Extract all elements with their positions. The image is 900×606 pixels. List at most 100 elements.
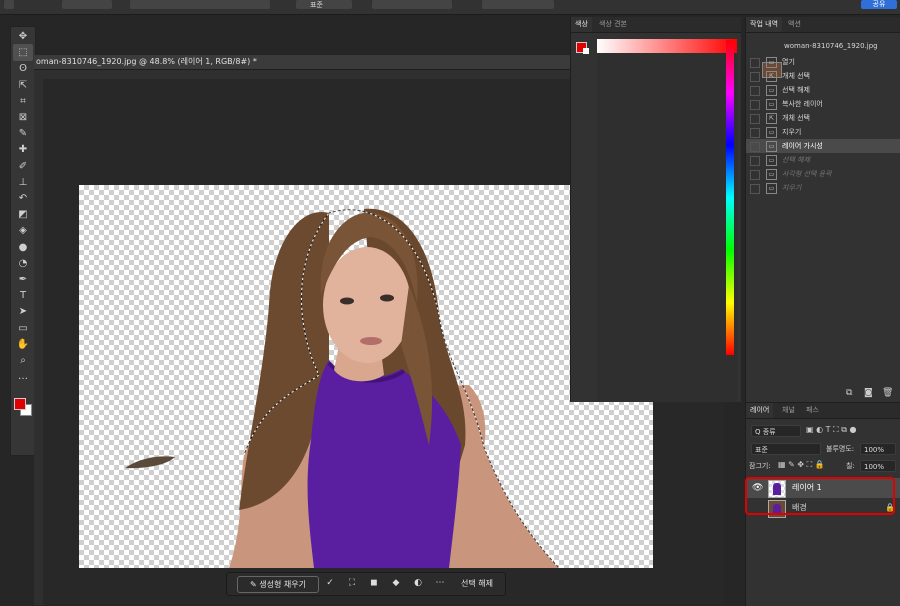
brush-tool-icon[interactable]: ✐: [13, 158, 33, 175]
lock-icons[interactable]: ▦ ✎ ✥ ⛶ 🔒: [778, 460, 825, 470]
color-field[interactable]: [597, 53, 737, 402]
history-panel-tabs: 작업 내역 액션: [746, 17, 900, 33]
tab-layers[interactable]: 레이어: [746, 403, 774, 418]
hand-tool-icon[interactable]: ✋: [13, 336, 33, 353]
tab-color[interactable]: 색상: [571, 17, 592, 32]
rectangle-tool-icon[interactable]: ▭: [13, 320, 33, 337]
trash-icon[interactable]: 🗑: [882, 388, 893, 398]
lasso-tool-icon[interactable]: ʘ: [13, 60, 33, 77]
hue-slider[interactable]: [726, 40, 734, 355]
history-step[interactable]: ▭ 레이어 가시성: [746, 139, 900, 153]
blur-tool-icon[interactable]: ●: [13, 239, 33, 256]
history-step[interactable]: ⇱ 개체 선택: [746, 69, 900, 83]
history-step-label: 레이어 가시성: [782, 142, 823, 150]
tab-paths[interactable]: 패스: [802, 403, 823, 418]
color-ramp[interactable]: [597, 39, 737, 53]
opacity-field[interactable]: 100%: [860, 443, 896, 455]
history-step[interactable]: ▭ 열기: [746, 55, 900, 69]
history-step-label: 선택 해제: [782, 156, 810, 164]
dodge-tool-icon[interactable]: ◔: [13, 255, 33, 272]
history-snapshot[interactable]: woman-8310746_1920.jpg: [746, 39, 900, 78]
generative-fill-button[interactable]: ✎ 생성형 채우기: [237, 576, 319, 593]
history-source-checkbox[interactable]: [750, 184, 760, 194]
clone-stamp-tool-icon[interactable]: ⊥: [13, 174, 33, 191]
history-footer: ⧉ ◙ 🗑: [746, 386, 900, 402]
deselect-button[interactable]: 선택 해제: [461, 576, 493, 591]
tab-swatches[interactable]: 색상 견본: [595, 17, 631, 32]
history-source-checkbox[interactable]: [750, 142, 760, 152]
tab-history[interactable]: 작업 내역: [746, 17, 782, 32]
history-source-checkbox[interactable]: [750, 114, 760, 124]
object-select-tool-icon[interactable]: ⇱: [13, 77, 33, 94]
crop-tool-icon[interactable]: ⌗: [13, 93, 33, 110]
history-step-icon: ▭: [766, 127, 777, 138]
zoom-tool-icon[interactable]: ⌕: [13, 352, 33, 369]
fill-field[interactable]: 100%: [860, 460, 896, 472]
transform-selection-icon[interactable]: ⛶: [345, 576, 359, 591]
blend-mode-dropdown[interactable]: 표준: [751, 443, 821, 455]
tab-channels[interactable]: 채널: [778, 403, 799, 418]
style-dropdown[interactable]: 표준: [296, 0, 352, 9]
mask-icon[interactable]: ◼: [367, 576, 381, 591]
document-canvas[interactable]: [79, 185, 653, 568]
history-step[interactable]: ▭ 지우기: [746, 125, 900, 139]
new-document-icon[interactable]: ⧉: [846, 388, 852, 398]
background-swatch[interactable]: [583, 48, 589, 54]
history-step[interactable]: ▭ 지우기: [746, 181, 900, 195]
filter-icons[interactable]: ▣ ◐ T ⛶ ⧉ ●: [806, 425, 856, 435]
type-tool-icon[interactable]: T: [13, 287, 33, 304]
select-and-mask-button[interactable]: [482, 0, 554, 9]
style-value: 표준: [310, 1, 323, 9]
history-source-checkbox[interactable]: [750, 58, 760, 68]
subject-photo: [125, 208, 560, 568]
stray-stroke: [125, 456, 175, 469]
foreground-color-swatch[interactable]: [14, 398, 26, 410]
more-options-icon[interactable]: ⋯: [433, 576, 447, 591]
document-title: oman-8310746_1920.jpg @ 48.8% (레이어 1, RG…: [36, 57, 257, 66]
history-step[interactable]: ▭ 사각형 선택 윤곽: [746, 167, 900, 181]
selection-mode-buttons[interactable]: [62, 0, 112, 9]
history-step[interactable]: ▭ 복사한 레이어: [746, 97, 900, 111]
fill-selection-icon[interactable]: ◆: [389, 576, 403, 591]
more-tools-icon[interactable]: …: [13, 368, 33, 385]
history-source-checkbox[interactable]: [750, 170, 760, 180]
move-tool-icon[interactable]: ✥: [13, 28, 33, 45]
history-source-checkbox[interactable]: [750, 100, 760, 110]
layer-filter-dropdown[interactable]: Q 종류: [751, 425, 801, 437]
history-step-icon: ▭: [766, 99, 777, 110]
history-source-checkbox[interactable]: [750, 128, 760, 138]
history-step-label: 사각형 선택 윤곽: [782, 170, 832, 178]
marquee-tool-icon[interactable]: ⬚: [13, 44, 33, 62]
healing-brush-tool-icon[interactable]: ✚: [13, 141, 33, 158]
history-step[interactable]: ▭ 선택 해제: [746, 83, 900, 97]
lock-label: 잠그기:: [749, 462, 771, 470]
tab-actions[interactable]: 액션: [784, 17, 805, 32]
history-step-icon: ▭: [766, 141, 777, 152]
tool-preset-button[interactable]: [4, 0, 14, 9]
eyedropper-tool-icon[interactable]: ✎: [13, 125, 33, 142]
frame-tool-icon[interactable]: ⊠: [13, 109, 33, 126]
history-step-label: 복사한 레이어: [782, 100, 823, 108]
path-select-tool-icon[interactable]: ➤: [13, 303, 33, 320]
paint-bucket-tool-icon[interactable]: ◈: [13, 222, 33, 239]
adjustment-icon[interactable]: ◐: [411, 576, 425, 591]
history-step-icon: ▭: [766, 183, 777, 194]
history-step[interactable]: ⇱ 개체 선택: [746, 111, 900, 125]
history-step-label: 열기: [782, 58, 795, 66]
history-source-checkbox[interactable]: [750, 86, 760, 96]
select-subject-icon[interactable]: ✓: [323, 576, 337, 591]
history-brush-tool-icon[interactable]: ↶: [13, 190, 33, 207]
share-button[interactable]: 공유: [861, 0, 897, 9]
generative-fill-icon: ✎: [250, 580, 260, 589]
tools-list: ✥ ⬚ ʘ ⇱ ⌗ ⊠ ✎ ✚ ✐ ⊥ ↶ ◩ ◈ ● ◔ ✒ T ➤ ▭ ✋ ⌕…: [11, 28, 35, 448]
history-step-label: 선택 해제: [782, 86, 810, 94]
history-step[interactable]: ▭ 선택 해제: [746, 153, 900, 167]
pen-tool-icon[interactable]: ✒: [13, 271, 33, 288]
size-fields[interactable]: [372, 0, 452, 9]
history-source-checkbox[interactable]: [750, 72, 760, 82]
history-step-icon: ▭: [766, 85, 777, 96]
history-source-checkbox[interactable]: [750, 156, 760, 166]
camera-icon[interactable]: ◙: [864, 388, 873, 398]
feather-field[interactable]: [130, 0, 270, 9]
eraser-tool-icon[interactable]: ◩: [13, 206, 33, 223]
